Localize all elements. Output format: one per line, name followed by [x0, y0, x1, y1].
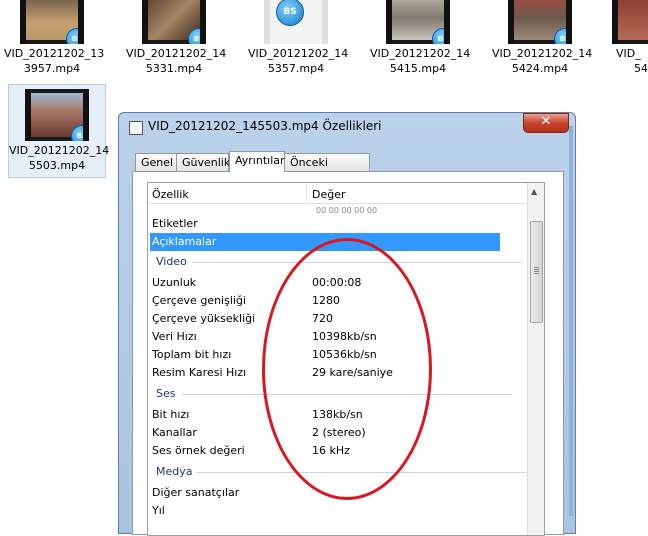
bs-player-icon: BS: [71, 125, 83, 141]
bs-player-icon: BS: [188, 28, 200, 44]
list-item-selected[interactable]: Açıklamalar: [150, 233, 500, 251]
list-item[interactable]: Ses örnek değeri 16 kHz: [152, 442, 502, 460]
file-name: VID_20121202_14 5357.mp4: [248, 47, 349, 75]
file-name: VID_20121202_14 5331.mp4: [126, 47, 227, 75]
video-thumbnail: BS: [142, 0, 206, 44]
list-item[interactable]: Kanallar 2 (stereo): [152, 424, 502, 442]
tab-genel[interactable]: Genel: [135, 153, 177, 171]
column-divider[interactable]: [306, 185, 307, 201]
video-thumbnail: [612, 0, 648, 44]
list-item[interactable]: Çerçeve genişliği 1280: [152, 292, 502, 310]
bs-player-icon: BS: [276, 0, 304, 26]
file-item[interactable]: BS VID_20121202_14 5424.mp4: [492, 0, 593, 76]
grip-icon: [534, 267, 539, 275]
dialog-title: VID_20121202_145503.mp4 Özellikleri: [148, 119, 382, 133]
group-header-audio: Ses: [156, 387, 512, 400]
list-item[interactable]: Diğer sanatçılar: [152, 484, 502, 502]
tab-guvenlik[interactable]: Güvenlik: [176, 153, 230, 171]
list-header: Özellik Değer: [148, 183, 528, 204]
video-thumbnail: BS: [508, 0, 572, 44]
list-item[interactable]: Etiketler: [152, 215, 502, 233]
video-thumbnail: BS: [264, 0, 328, 44]
file-name: VID_20121202_14 5503.mp4: [9, 144, 110, 172]
window-edge: [569, 126, 573, 516]
video-thumbnail: BS: [25, 89, 89, 141]
bs-player-icon: BS: [554, 28, 566, 44]
property-list[interactable]: Özellik Değer Etiketler Açıklamalar Vide…: [147, 182, 545, 536]
vertical-scrollbar[interactable]: ▲: [527, 183, 544, 535]
list-item[interactable]: Uzunluk 00:00:08: [152, 274, 502, 292]
list-item[interactable]: Bit hızı 138kb/sn: [152, 406, 502, 424]
file-item[interactable]: BS VID_20121202_13 3957.mp4: [4, 0, 105, 76]
list-item[interactable]: Çerçeve yüksekliği 720: [152, 310, 502, 328]
list-item[interactable]: Veri Hızı 10398kb/sn: [152, 328, 502, 346]
file-item[interactable]: BS VID_20121202_14 5357.mp4: [248, 0, 349, 76]
bs-player-icon: BS: [432, 28, 444, 44]
column-header-property[interactable]: Özellik: [152, 188, 189, 201]
video-thumbnail: BS: [386, 0, 450, 44]
file-item[interactable]: BS VID_20121202_14 5331.mp4: [126, 0, 227, 76]
tab-ayrintilar[interactable]: Ayrıntılar: [229, 151, 285, 172]
scrollbar-thumb[interactable]: [530, 221, 543, 323]
file-icon: [129, 121, 143, 135]
scroll-up-arrow-icon[interactable]: ▲: [531, 187, 537, 196]
file-item[interactable]: VID_ 54: [600, 0, 648, 76]
close-button[interactable]: ✕: [523, 113, 569, 133]
tab-onceki-surumler[interactable]: Önceki Sürümler: [284, 153, 370, 186]
group-header-video: Video: [156, 255, 522, 268]
file-name: VID_20121202_13 3957.mp4: [4, 47, 105, 75]
file-item-selected[interactable]: BS VID_20121202_14 5503.mp4: [8, 84, 110, 178]
file-name: VID_ 54: [616, 47, 648, 75]
column-header-value[interactable]: Değer: [312, 188, 346, 201]
file-item[interactable]: BS VID_20121202_14 5415.mp4: [370, 0, 471, 76]
bs-player-icon: BS: [66, 28, 78, 44]
list-item[interactable]: Yıl: [152, 502, 502, 520]
list-item[interactable]: Resim Karesi Hızı 29 kare/saniye: [152, 364, 502, 382]
file-name: VID_20121202_14 5415.mp4: [370, 47, 471, 75]
properties-dialog: VID_20121202_145503.mp4 Özellikleri ✕ Ge…: [118, 112, 576, 536]
group-header-media: Medya: [156, 465, 526, 478]
clipped-row-text: 00 00 00 00 00: [316, 206, 378, 215]
list-item[interactable]: Toplam bit hızı 10536kb/sn: [152, 346, 502, 364]
details-panel: Özellik Değer Etiketler Açıklamalar Vide…: [132, 171, 564, 536]
video-thumbnail: BS: [20, 0, 84, 44]
file-name: VID_20121202_14 5424.mp4: [492, 47, 593, 75]
